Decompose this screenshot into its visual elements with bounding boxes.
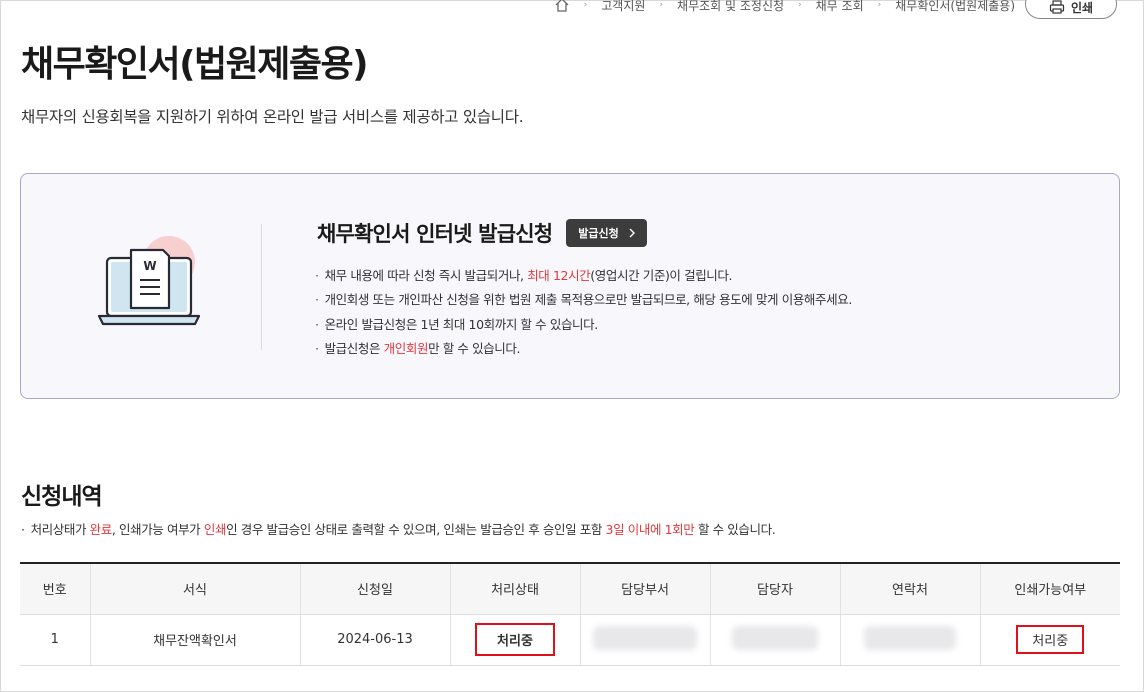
status-badge: 처리중 xyxy=(475,623,555,656)
redacted-department xyxy=(593,625,697,650)
info-note: 개인회생 또는 개인파산 신청을 위한 법원 제출 목적용으로만 발급되므로, … xyxy=(315,288,853,312)
print-availability-status: 처리중 xyxy=(1016,625,1085,654)
print-button-label: 인쇄 xyxy=(1070,0,1094,15)
apply-button-label: 발급신청 xyxy=(578,228,619,240)
column-header: 인쇄가능여부 xyxy=(979,562,1120,615)
breadcrumb: › 고객지원 › 채무조회 및 조정신청 › 채무 조회 › 채무확인서(법원제… xyxy=(554,0,1015,15)
row-number: 1 xyxy=(20,614,90,666)
chevron-right-icon: › xyxy=(877,0,882,10)
row-manager xyxy=(709,614,840,666)
table-row: 1 채무잔액확인서 2024-06-13 처리중 처리중 xyxy=(20,614,1120,666)
svg-text:W: W xyxy=(143,259,156,273)
print-button[interactable]: 인쇄 xyxy=(1025,0,1117,19)
printer-icon xyxy=(1049,0,1065,14)
breadcrumb-item[interactable]: 채무조회 및 조정신청 xyxy=(677,0,784,14)
request-history-table: 번호 서식 신청일 처리상태 담당부서 담당자 연락처 인쇄가능여부 1 채무잔… xyxy=(20,562,1120,666)
breadcrumb-current: 채무확인서(법원제출용) xyxy=(895,0,1015,13)
column-header: 연락처 xyxy=(839,562,980,615)
chevron-right-icon xyxy=(629,228,635,238)
breadcrumb-item[interactable]: 채무 조회 xyxy=(816,0,864,14)
info-notes: 채무 내용에 따라 신청 즉시 발급되거나, 최대 12시간(영업시간 기준)이… xyxy=(315,264,853,361)
row-status-cell: 처리중 xyxy=(449,614,580,666)
page-title: 채무확인서(법원제출용) xyxy=(21,44,369,85)
info-note: 온라인 발급신청은 1년 최대 10회까지 할 수 있습니다. xyxy=(315,313,852,337)
apply-button[interactable]: 발급신청 xyxy=(566,219,647,247)
redacted-contact xyxy=(864,625,956,650)
issue-info-box: W 채무확인서 인터넷 발급신청 발급신청 채무 내용에 따라 신청 즉시 발급… xyxy=(20,173,1120,399)
table-header-row: 번호 서식 신청일 처리상태 담당부서 담당자 연락처 인쇄가능여부 xyxy=(20,562,1120,615)
chevron-right-icon: › xyxy=(798,0,802,10)
laptop-document-illustration: W xyxy=(97,236,201,326)
row-print-cell: 처리중 xyxy=(979,614,1120,666)
breadcrumb-item[interactable]: 고객지원 xyxy=(601,0,645,14)
chevron-right-icon: › xyxy=(583,0,588,10)
page-description: 채무자의 신용회복을 지원하기 위하여 온라인 발급 서비스를 제공하고 있습니… xyxy=(21,108,524,126)
info-note: 발급신청은 개인회원만 할 수 있습니다. xyxy=(315,337,852,361)
vertical-divider xyxy=(261,224,262,350)
info-title: 채무확인서 인터넷 발급신청 xyxy=(317,222,553,246)
row-form: 채무잔액확인서 xyxy=(89,614,300,666)
row-department xyxy=(579,614,710,666)
row-contact xyxy=(839,614,980,666)
info-heading: 채무확인서 인터넷 발급신청 발급신청 xyxy=(317,218,647,248)
column-header: 신청일 xyxy=(299,562,450,615)
row-date: 2024-06-13 xyxy=(299,614,450,666)
column-header: 번호 xyxy=(20,562,90,615)
redacted-manager xyxy=(732,625,818,650)
info-note: 채무 내용에 따라 신청 즉시 발급되거나, 최대 12시간(영업시간 기준)이… xyxy=(315,264,852,288)
column-header: 담당부서 xyxy=(579,562,710,615)
home-icon[interactable] xyxy=(554,0,570,12)
column-header: 담당자 xyxy=(709,562,840,615)
section-note: 처리상태가 완료, 인쇄가능 여부가 인쇄인 경우 발급승인 상태로 출력할 수… xyxy=(21,519,776,538)
chevron-right-icon: › xyxy=(659,0,664,10)
section-title: 신청내역 xyxy=(21,484,103,510)
column-header: 서식 xyxy=(89,562,300,615)
column-header: 처리상태 xyxy=(449,562,580,615)
